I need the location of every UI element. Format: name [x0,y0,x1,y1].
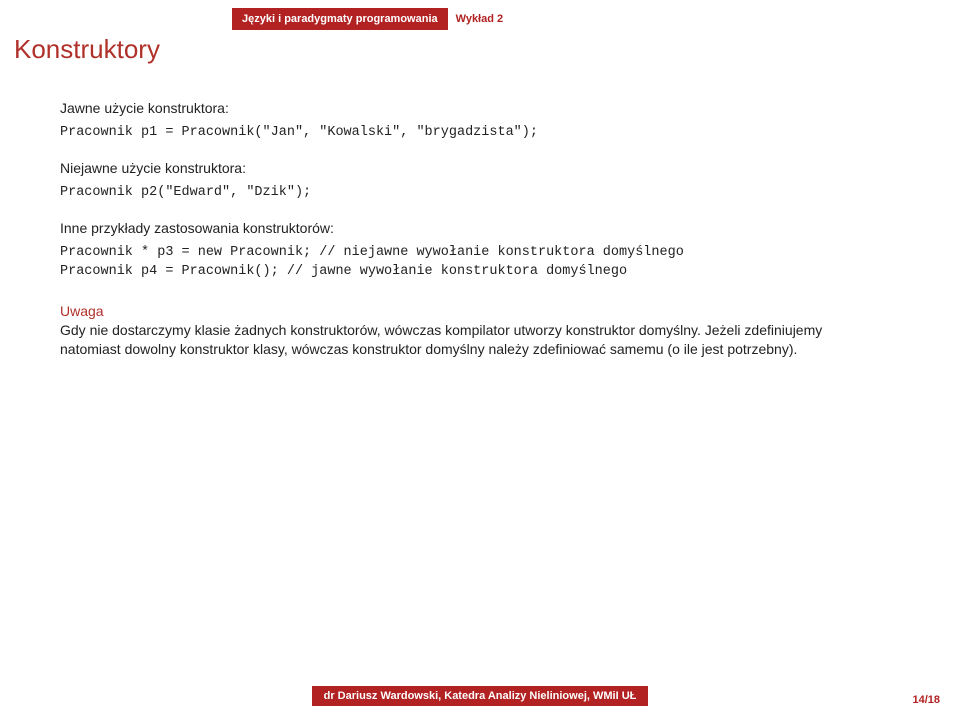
slide-header: Języki i paradygmaty programowania Wykła… [232,8,511,30]
explicit-use-code: Pracownik p1 = Pracownik("Jan", "Kowalsk… [60,124,900,142]
lecture-label: Wykład 2 [448,8,512,30]
slide-footer: dr Dariusz Wardowski, Katedra Analizy Ni… [0,686,960,706]
slide-content: Jawne użycie konstruktora: Pracownik p1 … [60,100,900,359]
course-pill: Języki i paradygmaty programowania [232,8,448,30]
author-pill: dr Dariusz Wardowski, Katedra Analizy Ni… [312,686,649,706]
implicit-use-label: Niejawne użycie konstruktora: [60,160,900,176]
slide-title: Konstruktory [14,34,160,65]
other-examples-label: Inne przykłady zastosowania konstruktoró… [60,220,900,236]
page-number: 14/18 [912,694,940,706]
explicit-use-label: Jawne użycie konstruktora: [60,100,900,116]
other-examples-code: Pracownik * p3 = new Pracownik; // nieja… [60,244,900,280]
implicit-use-code: Pracownik p2("Edward", "Dzik"); [60,184,900,202]
note-body: Gdy nie dostarczymy klasie żadnych konst… [60,321,880,359]
note-title: Uwaga [60,303,900,319]
